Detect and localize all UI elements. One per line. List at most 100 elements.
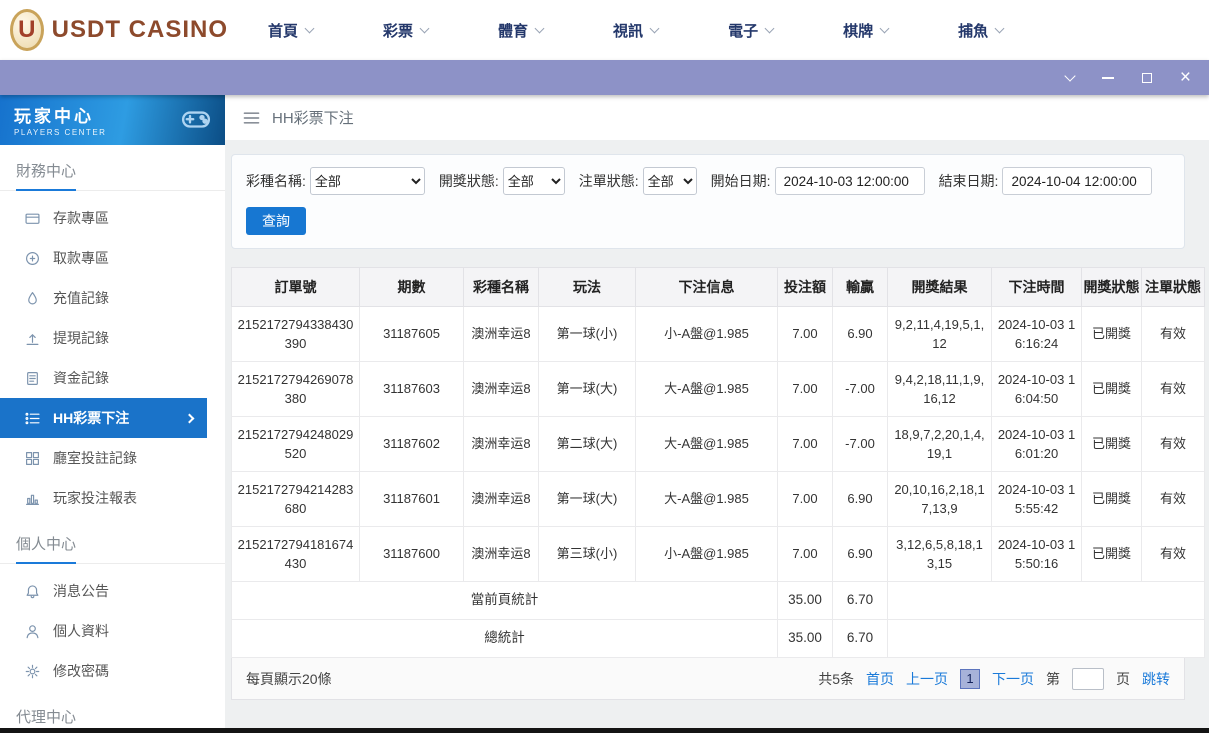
cell-period: 31187600 bbox=[360, 527, 464, 582]
lottery-name-select[interactable]: 全部 bbox=[310, 167, 425, 195]
draw-status-select[interactable]: 全部 bbox=[503, 167, 565, 195]
cell-play: 第一球(小) bbox=[539, 307, 636, 362]
top-bar: U USDT CASINO 首頁 彩票 體育 視訊 電子 棋牌 捕魚 bbox=[0, 0, 1209, 60]
cell-lottery: 澳洲幸运8 bbox=[464, 527, 539, 582]
logo-icon: U bbox=[10, 9, 44, 51]
main-area: HH彩票下注 彩種名稱:全部開獎狀態:全部注單狀態:全部開始日期:結束日期: 查… bbox=[225, 95, 1209, 733]
page-jump-button[interactable]: 跳转 bbox=[1142, 669, 1170, 689]
jump-label-before: 第 bbox=[1046, 669, 1060, 689]
cell-order_no: 2152172794338430390 bbox=[232, 307, 360, 362]
window-minimize-button[interactable] bbox=[1102, 77, 1114, 79]
sidebar-item-0-6[interactable]: 廳室投註記錄 bbox=[0, 438, 225, 478]
player-report-icon bbox=[25, 491, 40, 506]
sidebar-item-label: 修改密碼 bbox=[53, 661, 109, 681]
pagination-links: 共5条 首页 上一页 1 下一页 第 页 跳转 bbox=[818, 668, 1170, 690]
total-count-text: 共5条 bbox=[818, 669, 854, 689]
nav-item-7[interactable]: 捕魚 bbox=[958, 20, 1003, 41]
nav-item-3[interactable]: 體育 bbox=[498, 20, 543, 41]
filter-label: 開始日期: bbox=[711, 171, 771, 191]
cell-win_loss: 6.90 bbox=[833, 527, 888, 582]
minimize-icon bbox=[1102, 77, 1114, 79]
page-jump-input[interactable] bbox=[1072, 668, 1104, 690]
cell-order_status: 有效 bbox=[1142, 527, 1205, 582]
table-header-row: 訂單號期數彩種名稱玩法下注信息投注額輸贏開獎結果下注時間開獎狀態注單狀態 bbox=[232, 268, 1205, 307]
cell-lottery: 澳洲幸运8 bbox=[464, 362, 539, 417]
start-date-input[interactable] bbox=[775, 167, 925, 195]
room-bet-record-icon bbox=[25, 451, 40, 466]
cell-bet_time: 2024-10-03 15:50:16 bbox=[992, 527, 1082, 582]
app-window: U USDT CASINO 首頁彩票體育視訊電子棋牌捕魚 × 玩家中心 PLAY… bbox=[0, 0, 1209, 733]
sidebar-item-label: 個人資料 bbox=[53, 621, 109, 641]
nav-item-6[interactable]: 棋牌 bbox=[843, 20, 888, 41]
summary-label: 當前頁統計 bbox=[232, 582, 778, 620]
nav-item-2[interactable]: 彩票 bbox=[383, 20, 428, 41]
logo[interactable]: U USDT CASINO bbox=[0, 9, 228, 51]
nav-item-4[interactable]: 視訊 bbox=[613, 20, 658, 41]
filter-label: 開獎狀態: bbox=[439, 171, 499, 191]
menu-toggle-icon[interactable] bbox=[243, 111, 260, 125]
search-button[interactable]: 查詢 bbox=[246, 207, 306, 235]
announcement-bell-icon bbox=[25, 584, 40, 599]
sidebar-item-1-2[interactable]: 修改密碼 bbox=[0, 651, 225, 691]
logo-letter: U bbox=[18, 16, 35, 44]
cell-amount: 7.00 bbox=[778, 527, 833, 582]
cell-result: 9,4,2,18,11,1,9,16,12 bbox=[888, 362, 992, 417]
cell-bet_time: 2024-10-03 16:16:24 bbox=[992, 307, 1082, 362]
nav-item-label: 首頁 bbox=[268, 20, 298, 41]
chevron-down-icon bbox=[995, 23, 1005, 33]
current-page-indicator[interactable]: 1 bbox=[960, 669, 980, 689]
sidebar-item-0-2[interactable]: 充值記錄 bbox=[0, 278, 225, 318]
sidebar-item-0-4[interactable]: 資金記錄 bbox=[0, 358, 225, 398]
column-header-amount: 投注額 bbox=[778, 268, 833, 307]
cell-lottery: 澳洲幸运8 bbox=[464, 472, 539, 527]
sidebar-item-label: 廳室投註記錄 bbox=[53, 448, 137, 468]
chevron-down-icon bbox=[305, 23, 315, 33]
sidebar-item-1-1[interactable]: 個人資料 bbox=[0, 611, 225, 651]
bets-table-container: 訂單號期數彩種名稱玩法下注信息投注額輸贏開獎結果下注時間開獎狀態注單狀態 215… bbox=[231, 267, 1185, 700]
withdraw-money-icon bbox=[25, 251, 40, 266]
window-titlebar: × bbox=[0, 60, 1209, 95]
window-collapse-button[interactable] bbox=[1066, 76, 1074, 80]
prev-page-link[interactable]: 上一页 bbox=[906, 669, 948, 689]
sidebar-item-1-0[interactable]: 消息公告 bbox=[0, 571, 225, 611]
profile-user-icon bbox=[25, 624, 40, 639]
sidebar-item-label: 玩家投注報表 bbox=[53, 488, 137, 508]
nav-item-label: 彩票 bbox=[383, 20, 413, 41]
filter-row: 彩種名稱:全部開獎狀態:全部注單狀態:全部開始日期:結束日期: bbox=[246, 167, 1170, 195]
table-row: 215217279426907838031187603澳洲幸运8第一球(大)大-… bbox=[232, 362, 1205, 417]
summary-empty bbox=[888, 582, 1205, 620]
nav-item-1[interactable]: 首頁 bbox=[268, 20, 313, 41]
next-page-link[interactable]: 下一页 bbox=[992, 669, 1034, 689]
sidebar-item-0-1[interactable]: 取款專區 bbox=[0, 238, 225, 278]
content-area: 玩家中心 PLAYERS CENTER 財務中心存款專區取款專區充值記錄提現記錄… bbox=[0, 95, 1209, 733]
breadcrumb-bar: HH彩票下注 bbox=[225, 95, 1209, 140]
sidebar-item-0-5[interactable]: HH彩票下注 bbox=[0, 398, 207, 438]
column-header-play: 玩法 bbox=[539, 268, 636, 307]
summary-row: 總統計35.006.70 bbox=[232, 620, 1205, 658]
first-page-link[interactable]: 首页 bbox=[866, 669, 894, 689]
logo-text: USDT CASINO bbox=[52, 16, 228, 44]
maximize-icon bbox=[1142, 73, 1152, 83]
cell-period: 31187603 bbox=[360, 362, 464, 417]
order-status-select[interactable]: 全部 bbox=[643, 167, 697, 195]
end-date-input[interactable] bbox=[1002, 167, 1152, 195]
filter-panel: 彩種名稱:全部開獎狀態:全部注單狀態:全部開始日期:結束日期: 查詢 bbox=[231, 154, 1185, 249]
cell-amount: 7.00 bbox=[778, 362, 833, 417]
column-header-win_loss: 輸贏 bbox=[833, 268, 888, 307]
withdraw-record-icon bbox=[25, 331, 40, 346]
sidebar-item-0-3[interactable]: 提現記錄 bbox=[0, 318, 225, 358]
table-row: 215217279418167443031187600澳洲幸运8第三球(小)小-… bbox=[232, 527, 1205, 582]
cell-play: 第二球(大) bbox=[539, 417, 636, 472]
sidebar-item-label: 存款專區 bbox=[53, 208, 109, 228]
nav-item-5[interactable]: 電子 bbox=[728, 20, 773, 41]
cell-result: 3,12,6,5,8,18,13,15 bbox=[888, 527, 992, 582]
window-maximize-button[interactable] bbox=[1142, 73, 1152, 83]
nav-item-label: 電子 bbox=[728, 20, 758, 41]
sidebar-item-0-7[interactable]: 玩家投注報表 bbox=[0, 478, 225, 518]
sidebar-item-label: HH彩票下注 bbox=[53, 408, 129, 428]
summary-amount: 35.00 bbox=[778, 620, 833, 658]
sidebar-item-0-0[interactable]: 存款專區 bbox=[0, 198, 225, 238]
cell-play: 第一球(大) bbox=[539, 362, 636, 417]
window-close-button[interactable]: × bbox=[1180, 68, 1191, 87]
sidebar-section-title: 財務中心 bbox=[0, 145, 225, 191]
